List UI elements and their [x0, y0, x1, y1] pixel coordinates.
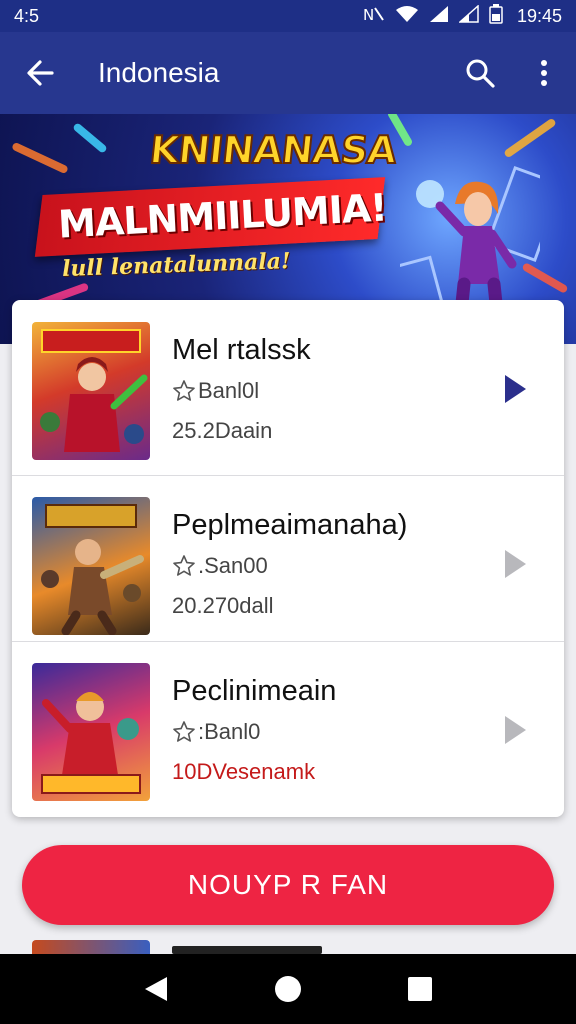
more-vert-icon [541, 60, 547, 86]
nav-back-icon [145, 977, 167, 1001]
list-item[interactable]: Mel rtalssk Banl0l 25.2Daain [12, 300, 564, 466]
game-meta: 25.2Daain [172, 418, 273, 443]
nfc-icon: N [363, 5, 385, 28]
status-time: 19:45 [516, 5, 562, 26]
status-bar: 4:5 N 19:45 [0, 0, 576, 32]
svg-text:N: N [363, 6, 374, 23]
game-title: Peplmeaimanaha) [172, 509, 408, 541]
banner-streak [11, 141, 69, 175]
game-title: Peclinimeain [172, 675, 337, 707]
nav-home-icon [275, 976, 301, 1002]
battery-icon [489, 3, 503, 29]
game-meta: 20.270dall [172, 593, 274, 618]
signal-weak-icon [457, 3, 479, 28]
play-icon [505, 550, 526, 578]
play-button[interactable] [500, 713, 530, 747]
game-rating: .San00 [172, 553, 268, 579]
banner-streak [72, 122, 108, 154]
star-outline-icon [173, 380, 195, 401]
system-nav-bar [0, 954, 576, 1024]
back-arrow-icon [27, 60, 54, 86]
nav-back-button[interactable] [126, 959, 186, 1019]
game-rating: :Banl0 [172, 719, 260, 745]
game-title: Mel rtalssk [172, 334, 311, 366]
list-item[interactable]: Peplmeaimanaha) .San00 20.270dall [12, 475, 564, 641]
star-outline-icon [173, 721, 195, 742]
game-rating-text: .San00 [198, 553, 268, 578]
play-button[interactable] [500, 372, 530, 406]
page-title: Indonesia [98, 57, 220, 88]
play-button[interactable] [500, 547, 530, 581]
app-bar: Indonesia [0, 32, 576, 114]
search-icon [466, 59, 495, 88]
banner-streak [503, 117, 557, 159]
nav-recents-button[interactable] [390, 959, 450, 1019]
status-left-text: 4:5 [14, 5, 40, 26]
banner-headline: KNINANASA [147, 127, 399, 173]
game-thumbnail [32, 322, 150, 460]
game-meta: 10DVesenamk [172, 759, 316, 784]
more-options-button[interactable] [512, 32, 576, 114]
play-icon [505, 716, 526, 744]
list-item[interactable]: Peclinimeain :Banl0 10DVesenamk [12, 641, 564, 807]
back-button[interactable] [0, 32, 80, 114]
next-item-title-peek [172, 938, 352, 954]
wifi-icon [395, 5, 419, 28]
next-item-thumbnail [32, 940, 150, 954]
game-list-card: Mel rtalssk Banl0l 25.2Daain Peplmeaiman… [12, 300, 564, 817]
nav-home-button[interactable] [258, 959, 318, 1019]
game-thumbnail [32, 663, 150, 801]
game-rating: Banl0l [172, 378, 259, 404]
nav-recents-icon [408, 977, 432, 1001]
play-icon [505, 375, 526, 403]
star-outline-icon [173, 555, 195, 576]
game-rating-text: :Banl0 [198, 719, 261, 744]
search-button[interactable] [448, 32, 512, 114]
game-rating-text: Banl0l [198, 378, 260, 403]
primary-cta-button[interactable]: NOUYP R FAN [22, 845, 554, 925]
game-thumbnail [32, 497, 150, 635]
signal-icon [429, 5, 449, 28]
